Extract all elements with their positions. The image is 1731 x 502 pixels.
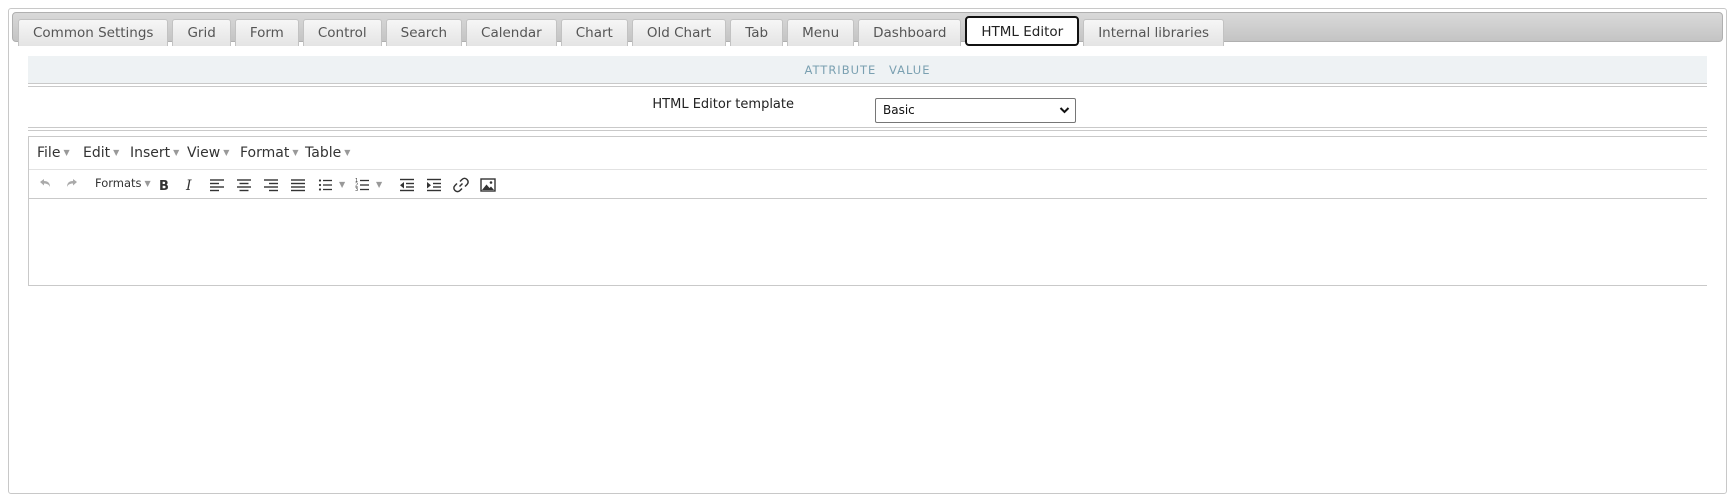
numbered-list-icon[interactable]: 123 bbox=[353, 175, 373, 195]
attribute-table-header: ATTRIBUTE VALUE bbox=[28, 56, 1707, 84]
menu-insert-label: Insert bbox=[130, 145, 171, 161]
image-icon[interactable] bbox=[478, 175, 498, 195]
tab-chart[interactable]: Chart bbox=[560, 19, 628, 46]
menu-format[interactable]: Format ▼ bbox=[240, 145, 299, 161]
indent-icon[interactable] bbox=[424, 175, 444, 195]
tabs-container: Common Settings Grid Form Control Search… bbox=[18, 16, 1228, 46]
chevron-down-icon bbox=[1059, 99, 1070, 130]
align-center-icon[interactable] bbox=[234, 175, 254, 195]
bold-icon[interactable]: B bbox=[153, 175, 173, 195]
tab-control[interactable]: Control bbox=[302, 19, 382, 46]
caret-down-icon: ▼ bbox=[144, 179, 151, 188]
attribute-row-template: HTML Editor template Basic bbox=[28, 87, 1707, 127]
menu-format-label: Format bbox=[240, 145, 290, 161]
menu-table-label: Table bbox=[305, 145, 342, 161]
svg-text:3: 3 bbox=[355, 187, 358, 193]
outdent-icon[interactable] bbox=[397, 175, 417, 195]
menu-file[interactable]: File ▼ bbox=[37, 145, 70, 161]
italic-icon[interactable]: I bbox=[180, 175, 200, 195]
tab-tab[interactable]: Tab bbox=[730, 19, 784, 46]
tab-calendar[interactable]: Calendar bbox=[466, 19, 557, 46]
tab-internal-libraries[interactable]: Internal libraries bbox=[1083, 19, 1225, 46]
bullet-list-caret-icon[interactable]: ▼ bbox=[339, 180, 345, 189]
svg-text:B: B bbox=[159, 179, 169, 194]
editor-menubar: File ▼ Edit ▼ Insert ▼ View ▼ Format ▼ Table ▼ bbox=[29, 137, 1707, 170]
template-label: HTML Editor template bbox=[652, 97, 794, 112]
svg-text:I: I bbox=[185, 178, 192, 194]
attribute-column-header: ATTRIBUTE bbox=[804, 63, 877, 77]
align-right-icon[interactable] bbox=[261, 175, 281, 195]
menu-view-label: View bbox=[187, 145, 221, 161]
caret-down-icon: ▼ bbox=[223, 148, 230, 157]
menu-table[interactable]: Table ▼ bbox=[305, 145, 350, 161]
tab-dashboard[interactable]: Dashboard bbox=[858, 19, 962, 46]
divider bbox=[28, 130, 1707, 131]
tab-bar: Common Settings Grid Form Control Search… bbox=[12, 12, 1723, 46]
settings-panel: Common Settings Grid Form Control Search… bbox=[8, 8, 1727, 494]
editor-toolbar: Formats ▼ B I ▼ 123 ▼ bbox=[29, 170, 1707, 199]
bullet-list-icon[interactable] bbox=[316, 175, 336, 195]
caret-down-icon: ▼ bbox=[173, 148, 180, 157]
align-left-icon[interactable] bbox=[207, 175, 227, 195]
divider bbox=[28, 127, 1707, 128]
editor-content-area[interactable] bbox=[29, 200, 1707, 285]
tab-old-chart[interactable]: Old Chart bbox=[631, 19, 727, 46]
tab-menu[interactable]: Menu bbox=[787, 19, 855, 46]
align-justify-icon[interactable] bbox=[288, 175, 308, 195]
caret-down-icon: ▼ bbox=[344, 148, 351, 157]
menu-edit-label: Edit bbox=[83, 145, 111, 161]
menu-view[interactable]: View ▼ bbox=[187, 145, 229, 161]
tab-common-settings[interactable]: Common Settings bbox=[18, 19, 169, 46]
tab-form[interactable]: Form bbox=[234, 19, 299, 46]
value-column-header: VALUE bbox=[888, 63, 931, 77]
html-editor: File ▼ Edit ▼ Insert ▼ View ▼ Format ▼ Table ▼… bbox=[28, 136, 1707, 286]
menu-insert[interactable]: Insert ▼ bbox=[130, 145, 179, 161]
caret-down-icon: ▼ bbox=[63, 148, 70, 157]
template-select[interactable]: Basic bbox=[875, 98, 1076, 123]
tab-html-editor[interactable]: HTML Editor bbox=[965, 16, 1080, 46]
caret-down-icon: ▼ bbox=[113, 148, 120, 157]
tab-search[interactable]: Search bbox=[385, 19, 463, 46]
formats-dropdown[interactable]: Formats ▼ bbox=[95, 176, 151, 190]
undo-icon[interactable] bbox=[35, 175, 55, 195]
caret-down-icon: ▼ bbox=[292, 148, 299, 157]
link-icon[interactable] bbox=[451, 175, 471, 195]
template-select-value: Basic bbox=[883, 103, 915, 117]
menu-file-label: File bbox=[37, 145, 61, 161]
redo-icon[interactable] bbox=[62, 175, 82, 195]
menu-edit[interactable]: Edit ▼ bbox=[83, 145, 119, 161]
numbered-list-caret-icon[interactable]: ▼ bbox=[376, 180, 382, 189]
tab-grid[interactable]: Grid bbox=[172, 19, 231, 46]
formats-label: Formats bbox=[95, 176, 142, 190]
